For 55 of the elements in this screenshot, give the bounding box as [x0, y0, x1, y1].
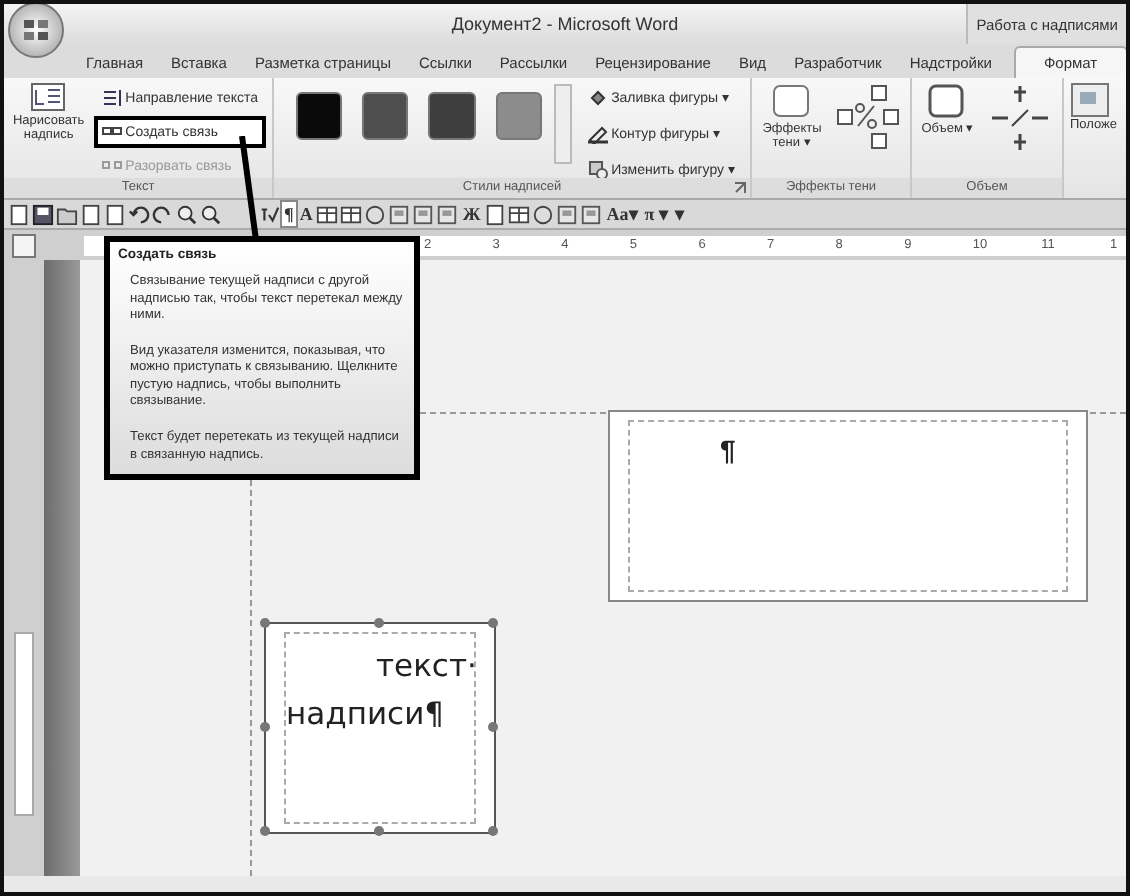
textbox-text: текст· надписи¶ — [286, 646, 479, 736]
search-icon[interactable] — [200, 203, 222, 225]
command-icon — [587, 124, 608, 144]
style-swatch[interactable] — [495, 92, 542, 140]
window-title: Документ2 - Microsoft Word — [451, 14, 679, 34]
office-button[interactable] — [8, 4, 64, 58]
spell-icon[interactable] — [258, 203, 280, 225]
frame-icon[interactable] — [436, 203, 459, 225]
toolbar-glyph-button[interactable]: ▾ — [672, 202, 687, 226]
style-swatch[interactable] — [296, 92, 343, 140]
undo-icon[interactable] — [128, 203, 150, 225]
text-box[interactable]: ¶ — [608, 410, 1088, 602]
save-icon[interactable] — [32, 203, 54, 225]
resize-handle[interactable] — [488, 618, 498, 628]
resize-handle[interactable] — [374, 618, 384, 628]
frame-icon[interactable] — [580, 203, 603, 225]
circle-icon[interactable] — [364, 203, 387, 225]
search-icon[interactable] — [176, 203, 198, 225]
toolbar-glyph-button[interactable]: A — [297, 202, 315, 226]
resize-handle[interactable] — [260, 826, 270, 836]
frame-icon[interactable] — [412, 203, 435, 225]
tab-selector[interactable] — [12, 233, 36, 257]
command-icon — [101, 88, 122, 108]
style-swatch[interactable] — [428, 92, 476, 140]
toolbar-glyph-button[interactable]: π ▾ — [642, 202, 671, 226]
style-swatch[interactable] — [362, 92, 409, 140]
command-icon — [587, 88, 608, 108]
textbox-icon — [30, 82, 67, 114]
page-icon[interactable] — [8, 203, 30, 225]
dialog-launcher-icon[interactable] — [734, 182, 746, 194]
table-icon[interactable] — [316, 203, 339, 225]
resize-handle[interactable] — [488, 826, 498, 836]
office-logo-icon — [22, 18, 50, 42]
command-icon — [587, 160, 608, 178]
table-icon[interactable] — [340, 203, 363, 225]
page-icon[interactable] — [484, 203, 507, 225]
toolbar-glyph-button[interactable]: Aa▾ — [604, 202, 641, 226]
text-box[interactable]: текст· надписи¶ — [264, 622, 496, 834]
frame-icon[interactable] — [556, 203, 579, 225]
paragraph-mark: ¶ — [720, 434, 736, 466]
resize-handle[interactable] — [260, 618, 270, 628]
resize-handle[interactable] — [260, 722, 270, 732]
page-icon[interactable] — [80, 203, 102, 225]
rounded-square-icon — [770, 82, 814, 122]
frame-icon[interactable] — [388, 203, 411, 225]
resize-handle[interactable] — [488, 722, 498, 732]
redo-icon[interactable] — [152, 203, 174, 225]
toolbar-glyph-button[interactable]: Ж — [460, 202, 483, 226]
shadow-nudge-icon[interactable] — [832, 82, 904, 154]
circle-icon[interactable] — [532, 203, 555, 225]
position-icon — [1070, 82, 1110, 118]
table-icon[interactable] — [508, 203, 531, 225]
resize-handle[interactable] — [374, 826, 384, 836]
page-icon[interactable] — [104, 203, 126, 225]
toolbar-glyph-button[interactable]: ¶ — [282, 202, 296, 226]
